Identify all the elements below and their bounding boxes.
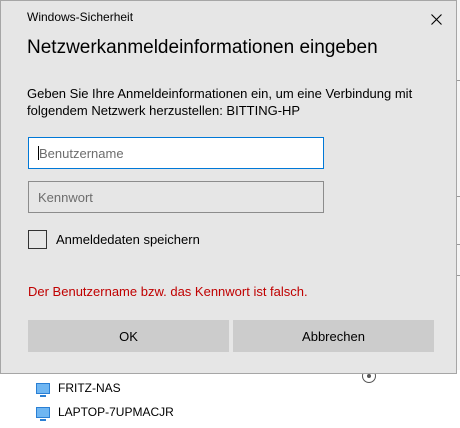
computer-icon: [36, 382, 50, 397]
network-item-laptop[interactable]: LAPTOP-7UPMACJR: [36, 405, 174, 421]
password-input[interactable]: Kennwort: [28, 181, 324, 213]
dialog-description: Geben Sie Ihre Anmeldeinformationen ein,…: [27, 86, 413, 118]
network-item-label: FRITZ-NAS: [58, 381, 121, 395]
network-item-fritz-nas[interactable]: FRITZ-NAS: [36, 381, 121, 397]
computer-icon: [36, 406, 50, 421]
window-title: Windows-Sicherheit: [27, 10, 134, 24]
username-input[interactable]: Benutzername: [28, 137, 324, 169]
credential-dialog: Windows-Sicherheit Netzwerkanmeldeinform…: [0, 0, 457, 374]
background-network-list: [0, 370, 460, 428]
close-icon[interactable]: [422, 7, 450, 31]
remember-credentials-checkbox[interactable]: [28, 230, 47, 249]
username-placeholder: Benutzername: [39, 145, 124, 161]
password-placeholder: Kennwort: [38, 189, 93, 205]
cancel-button[interactable]: Abbrechen: [233, 320, 434, 352]
ok-button[interactable]: OK: [28, 320, 229, 352]
remember-credentials-row[interactable]: Anmeldedaten speichern: [28, 230, 200, 249]
error-message: Der Benutzername bzw. das Kennwort ist f…: [28, 284, 308, 299]
dialog-heading: Netzwerkanmeldeinformationen eingeben: [27, 37, 378, 58]
remember-credentials-label: Anmeldedaten speichern: [56, 232, 200, 247]
network-item-label: LAPTOP-7UPMACJR: [58, 405, 174, 419]
